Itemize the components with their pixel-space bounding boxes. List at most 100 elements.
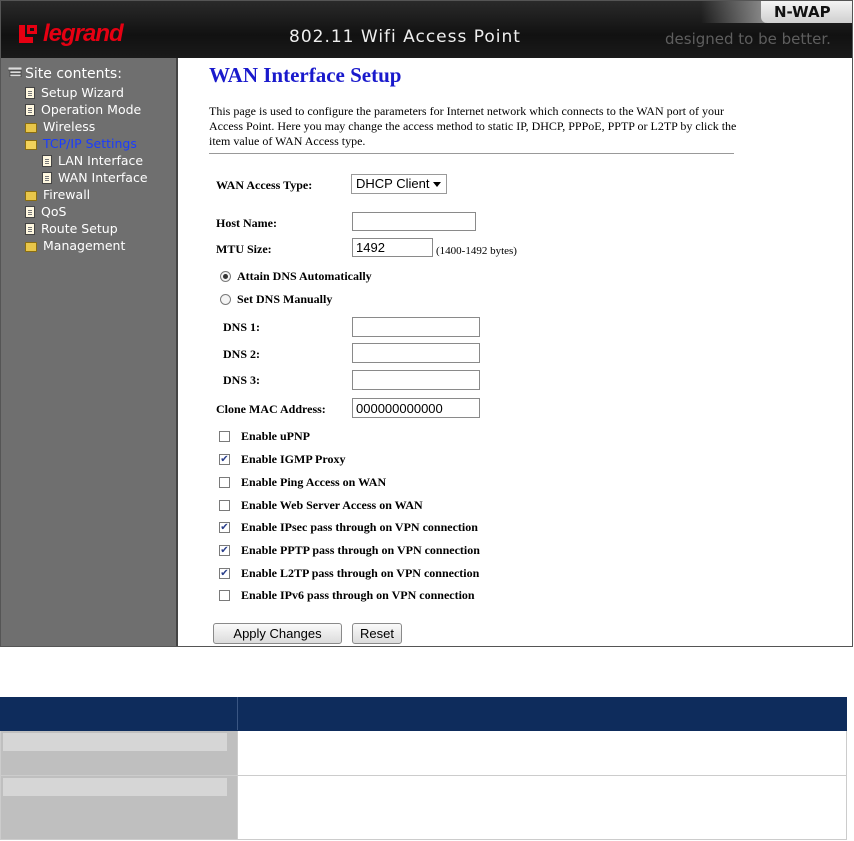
checkbox-label: Enable L2TP pass through on VPN connecti…	[241, 566, 480, 580]
page-description: This page is used to configure the param…	[209, 104, 737, 148]
legrand-logo-icon	[19, 25, 37, 43]
table-cell-description	[237, 775, 847, 840]
dns-auto-label: Attain DNS Automatically	[237, 269, 372, 283]
table-header-cell	[0, 697, 238, 731]
option-checkbox-row[interactable]: Enable uPNP	[219, 429, 310, 444]
sidebar-item-qos[interactable]: QoS	[25, 203, 148, 220]
checkbox-unchecked[interactable]	[219, 431, 230, 442]
folder-icon	[25, 123, 37, 133]
document-icon	[25, 87, 35, 99]
sidebar-item-lan-interface[interactable]: LAN Interface	[25, 152, 148, 169]
dns1-input[interactable]	[352, 317, 480, 337]
table-row	[0, 775, 847, 840]
checkbox-checked[interactable]: ✔	[219, 545, 230, 556]
host-name-input[interactable]	[352, 212, 476, 231]
dns-manual-label: Set DNS Manually	[237, 292, 333, 306]
wan-access-type-label: WAN Access Type:	[216, 178, 313, 192]
checkbox-unchecked[interactable]	[219, 590, 230, 601]
sidebar-item-setup-wizard[interactable]: Setup Wizard	[25, 84, 148, 101]
sidebar-item-operation-mode[interactable]: Operation Mode	[25, 101, 148, 118]
sidebar-item-label: WAN Interface	[58, 170, 148, 185]
dns-manual-option[interactable]: Set DNS Manually	[220, 292, 332, 307]
dropdown-arrow-icon	[433, 182, 441, 187]
site-contents-label: Site contents:	[25, 66, 122, 82]
option-checkbox-row[interactable]: Enable IPv6 pass through on VPN connecti…	[219, 588, 475, 603]
table-cell-label	[0, 730, 238, 776]
sidebar-item-label: TCP/IP Settings	[43, 136, 137, 151]
cell-highlight	[3, 778, 227, 796]
option-checkbox-row[interactable]: ✔ Enable IGMP Proxy	[219, 452, 345, 467]
sidebar-item-firewall[interactable]: Firewall	[25, 186, 148, 203]
host-name-label: Host Name:	[216, 216, 277, 230]
brand-logo-text: legrand	[43, 20, 124, 47]
table-cell-description	[237, 730, 847, 776]
checkmark-icon: ✔	[220, 522, 229, 533]
checkbox-unchecked[interactable]	[219, 500, 230, 511]
checkmark-icon: ✔	[220, 545, 229, 556]
dns2-input[interactable]	[352, 343, 480, 363]
brand-logo: legrand	[19, 20, 124, 47]
checkbox-checked[interactable]: ✔	[219, 454, 230, 465]
folder-open-icon	[25, 140, 37, 150]
sidebar-item-tcpip-settings[interactable]: TCP/IP Settings	[25, 135, 148, 152]
dns1-label: DNS 1:	[223, 320, 261, 334]
brand-tab-shadow	[701, 1, 766, 23]
page-title: WAN Interface Setup	[209, 63, 402, 87]
mtu-size-label: MTU Size:	[216, 242, 272, 256]
sidebar-item-label: Setup Wizard	[41, 85, 124, 100]
dns-manual-radio[interactable]	[220, 294, 231, 305]
dns3-label: DNS 3:	[223, 373, 261, 387]
sidebar-item-route-setup[interactable]: Route Setup	[25, 220, 148, 237]
wan-access-type-select[interactable]: DHCP Client	[351, 174, 447, 194]
dns3-input[interactable]	[352, 370, 480, 390]
sidebar-item-label: QoS	[41, 204, 67, 219]
folder-icon	[25, 191, 37, 201]
tagline: designed to be better.	[665, 30, 831, 48]
checkbox-checked[interactable]: ✔	[219, 568, 230, 579]
clone-mac-label: Clone MAC Address:	[216, 402, 326, 416]
sidebar-item-management[interactable]: Management	[25, 237, 148, 254]
checkbox-label: Enable IGMP Proxy	[241, 452, 346, 466]
checkbox-checked[interactable]: ✔	[219, 522, 230, 533]
header-banner: legrand 802.11 Wifi Access Point N-WAP d…	[1, 1, 852, 58]
sidebar-item-label: Management	[43, 238, 126, 253]
header-title: 802.11 Wifi Access Point	[289, 27, 521, 47]
option-checkbox-row[interactable]: ✔ Enable IPsec pass through on VPN connec…	[219, 520, 478, 535]
clone-mac-input[interactable]	[352, 398, 480, 418]
sidebar-item-wireless[interactable]: Wireless	[25, 118, 148, 135]
checkmark-icon: ✔	[220, 454, 229, 465]
dns-auto-option[interactable]: Attain DNS Automatically	[220, 269, 372, 284]
document-icon	[25, 104, 35, 116]
checkmark-icon: ✔	[220, 568, 229, 579]
folder-icon	[25, 242, 37, 252]
checkbox-label: Enable IPsec pass through on VPN connect…	[241, 520, 478, 534]
sidebar-item-label: Wireless	[43, 119, 96, 134]
site-tree-icon	[8, 67, 22, 77]
checkbox-unchecked[interactable]	[219, 477, 230, 488]
document-icon	[25, 206, 35, 218]
document-icon	[25, 223, 35, 235]
document-icon	[42, 172, 52, 184]
document-icon	[42, 155, 52, 167]
table-header-cell	[237, 697, 847, 731]
sidebar-nav: Setup Wizard Operation Mode Wireless TCP…	[25, 84, 148, 254]
apply-changes-button[interactable]: Apply Changes	[213, 623, 342, 644]
sidebar-item-label: Operation Mode	[41, 102, 142, 117]
table-header-row	[0, 697, 847, 731]
option-checkbox-row[interactable]: ✔ Enable PPTP pass through on VPN connect…	[219, 543, 480, 558]
option-checkbox-row[interactable]: Enable Web Server Access on WAN	[219, 498, 423, 513]
checkbox-label: Enable uPNP	[241, 429, 311, 443]
dns-auto-radio[interactable]	[220, 271, 231, 282]
table-cell-label	[0, 775, 238, 840]
dns2-label: DNS 2:	[223, 347, 261, 361]
option-checkbox-row[interactable]: Enable Ping Access on WAN	[219, 475, 386, 490]
mtu-size-input[interactable]	[352, 238, 433, 257]
site-contents-title[interactable]: Site contents:	[8, 66, 122, 82]
cell-highlight	[3, 733, 227, 751]
reset-button[interactable]: Reset	[352, 623, 402, 644]
table-row	[0, 730, 847, 776]
sidebar-item-wan-interface[interactable]: WAN Interface	[25, 169, 148, 186]
option-checkbox-row[interactable]: ✔ Enable L2TP pass through on VPN connect…	[219, 566, 479, 581]
description-table	[0, 697, 847, 840]
product-name: N-WAP	[774, 3, 831, 21]
